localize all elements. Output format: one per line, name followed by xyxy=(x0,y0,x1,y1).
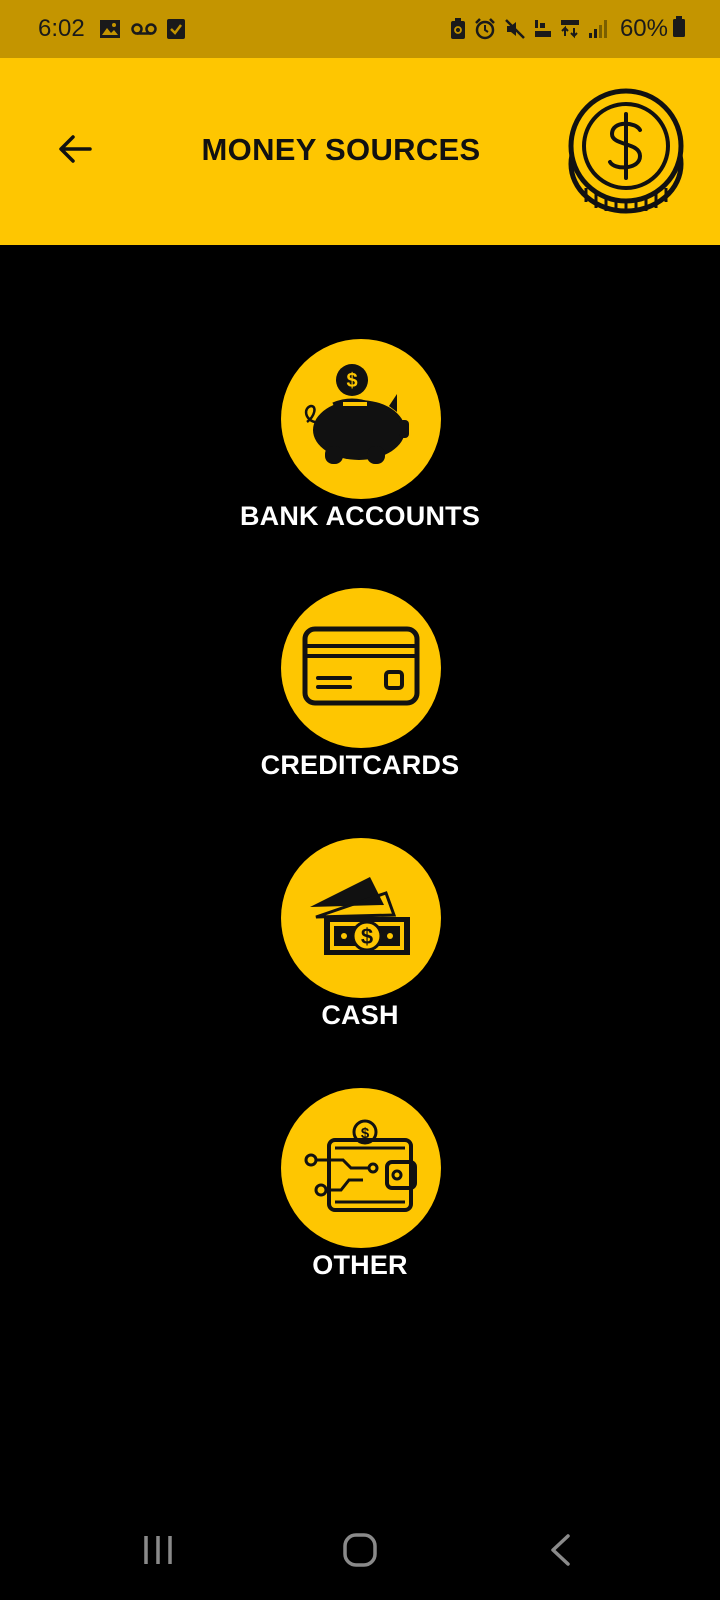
home-button[interactable] xyxy=(330,1530,390,1574)
menu-label: CASH xyxy=(321,1000,399,1030)
battery-saver-icon xyxy=(450,18,466,40)
recent-apps-button[interactable] xyxy=(128,1530,188,1574)
menu-circle: $ xyxy=(281,838,441,998)
recent-apps-icon xyxy=(141,1533,175,1572)
status-bar: 6:02 60% xyxy=(0,0,720,58)
dollar-coin-icon xyxy=(566,86,686,216)
menu-item-creditcards[interactable]: CREDITCARDS xyxy=(210,588,510,788)
status-left: 6:02 xyxy=(38,15,195,43)
4g-lte-icon xyxy=(560,18,580,40)
status-time: 6:02 xyxy=(38,15,85,42)
menu-label: OTHER xyxy=(312,1250,408,1280)
volte-icon xyxy=(534,18,552,40)
voicemail-icon xyxy=(130,22,157,36)
svg-text:$: $ xyxy=(361,924,373,949)
svg-text:$: $ xyxy=(346,370,357,392)
home-icon xyxy=(342,1532,378,1573)
menu-circle: $ xyxy=(281,1088,441,1248)
image-icon xyxy=(99,19,121,39)
menu-circle xyxy=(281,588,441,748)
nav-back-button[interactable] xyxy=(530,1530,590,1574)
status-right: 60% xyxy=(450,15,686,43)
back-icon xyxy=(548,1533,572,1572)
battery-percent: 60% xyxy=(619,15,668,42)
battery-icon xyxy=(672,15,686,43)
navigation-bar xyxy=(0,1500,720,1600)
alarm-icon xyxy=(474,18,496,40)
checkbox-icon xyxy=(166,19,185,39)
app-header: MONEY SOURCES xyxy=(0,58,720,245)
menu-label: CREDITCARDS xyxy=(260,750,460,780)
menu-item-other[interactable]: $ OTHER xyxy=(210,1088,510,1288)
cash-bills-icon: $ xyxy=(306,871,416,966)
menu-label: BANK ACCOUNTS xyxy=(239,501,481,531)
piggy-bank-icon: $ xyxy=(301,362,421,477)
mute-icon xyxy=(504,18,526,40)
credit-card-icon xyxy=(302,626,420,711)
digital-wallet-icon: $ xyxy=(303,1118,419,1219)
menu-circle: $ xyxy=(281,339,441,499)
menu-item-cash[interactable]: $ CASH xyxy=(210,838,510,1038)
signal-icon xyxy=(588,19,608,39)
menu-item-bank-accounts[interactable]: $ BANK ACCOUNTS xyxy=(210,339,510,539)
